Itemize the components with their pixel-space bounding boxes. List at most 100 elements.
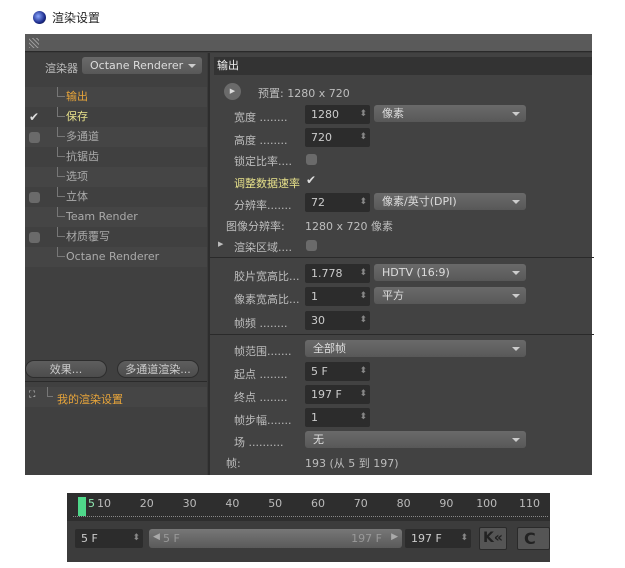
frame-step-input[interactable]: 1 (305, 408, 370, 427)
film-aspect-label: 胶片宽高比... (234, 270, 300, 283)
enabled-checkbox[interactable] (29, 132, 40, 143)
tree-item-label: 保存 (66, 110, 88, 123)
window-title: 渲染设置 (52, 11, 101, 25)
width-input[interactable]: 1280 (305, 105, 370, 124)
start-input[interactable]: 5 F (305, 362, 370, 381)
pixel-aspect-input[interactable]: 1 (305, 287, 370, 306)
tree-item-label: 材质覆写 (66, 230, 110, 243)
left-panel: 渲染器 Octane Renderer 输出 ✔ 保存多通道抗锯齿选项立体 Team … (25, 53, 207, 475)
toolbar (25, 34, 592, 52)
field-dropdown[interactable]: 无 (305, 431, 526, 448)
go-to-start-button[interactable]: K« (479, 527, 507, 550)
tree-item-label: Team Render (66, 210, 138, 223)
enabled-checkbox[interactable]: ✔ (29, 107, 39, 127)
output-panel: 输出 ▶ 预置: 1280 x 720 宽度 ........ 1280 像素 … (208, 53, 594, 475)
tree-item[interactable]: 抗锯齿 (25, 147, 207, 167)
tick-label: 110 (519, 497, 540, 510)
timeline-start-input[interactable]: 5 F (75, 529, 143, 548)
cinema4d-logo-icon (33, 11, 46, 24)
frames-value: 193 (从 5 到 197) (305, 457, 399, 470)
tree-item[interactable]: 选项 (25, 167, 207, 187)
expand-arrow-icon[interactable]: ▶ (218, 240, 223, 248)
preset-item[interactable]: ⛶ 我的渲染设置 (25, 387, 207, 407)
tree-item-label: 立体 (66, 190, 88, 203)
tree-item-label: Octane Renderer (66, 250, 160, 263)
tree-item[interactable]: 立体 (25, 187, 207, 207)
width-label: 宽度 ........ (234, 111, 288, 124)
film-aspect-dropdown[interactable]: HDTV (16:9) (374, 264, 526, 281)
image-resolution-value: 1280 x 720 像素 (305, 220, 393, 233)
playhead[interactable] (78, 497, 86, 516)
tree-item[interactable]: 材质覆写 (25, 227, 207, 247)
expand-icon[interactable]: ⛶ (29, 390, 35, 400)
lock-ratio-checkbox[interactable] (306, 154, 317, 165)
tick-label: 30 (182, 497, 197, 510)
tick-label: 80 (396, 497, 411, 510)
tick-label: 100 (476, 497, 498, 510)
frame-range-label: 帧范围....... (234, 345, 292, 358)
preset-play-icon[interactable]: ▶ (224, 83, 241, 100)
image-resolution-label: 图像分辨率: (226, 220, 285, 233)
section-header: 输出 (214, 57, 592, 75)
tree-item[interactable]: Octane Renderer (25, 247, 207, 267)
go-to-start-icon: K« (483, 530, 503, 546)
tick-label: 40 (225, 497, 240, 510)
resolution-unit-dropdown[interactable]: 像素/英寸(DPI) (374, 193, 526, 210)
end-input[interactable]: 197 F (305, 385, 370, 404)
frame-range-dropdown[interactable]: 全部帧 (305, 340, 526, 357)
tree-item-label: 输出 (66, 90, 88, 103)
pixel-aspect-dropdown[interactable]: 平方 (374, 287, 526, 304)
range-slider[interactable]: ◀ 5 F 197 F ▶ (149, 529, 402, 548)
tree-item[interactable]: ✔ 保存 (25, 107, 207, 127)
timeline-end-input[interactable]: 197 F (405, 529, 471, 548)
grip-icon[interactable] (29, 38, 39, 48)
tree-item[interactable]: 输出 (25, 87, 207, 107)
end-label: 终点 ........ (234, 391, 288, 404)
preset-label: 预置: 1280 x 720 (258, 87, 350, 100)
frames-label: 帧: (226, 457, 241, 470)
renderer-label: 渲染器 (45, 62, 78, 75)
frame-step-label: 帧步幅....... (234, 414, 292, 427)
effects-button[interactable]: 效果... (25, 360, 107, 378)
slider-left-icon[interactable]: ◀ (153, 532, 160, 542)
tree-item[interactable]: 多通道 (25, 127, 207, 147)
tick-label: 50 (268, 497, 283, 510)
field-label: 场 .......... (234, 436, 284, 449)
film-aspect-input[interactable]: 1.778 (305, 264, 370, 283)
tree-item-label: 多通道 (66, 130, 99, 143)
current-frame-label: 5 (88, 497, 95, 510)
adjust-rate-label: 调整数据速率 (234, 177, 300, 190)
tree-item-label: 选项 (66, 170, 88, 183)
fps-input[interactable]: 30 (305, 311, 370, 330)
preset-name: 我的渲染设置 (57, 393, 123, 406)
unit-dropdown[interactable]: 像素 (374, 105, 526, 122)
renderer-dropdown[interactable]: Octane Renderer (82, 57, 202, 74)
pixel-aspect-label: 像素宽高比... (234, 293, 300, 306)
step-back-icon: C (524, 529, 536, 548)
height-input[interactable]: 720 (305, 128, 370, 147)
tree-item-label: 抗锯齿 (66, 150, 99, 163)
adjust-rate-checkbox[interactable]: ✔ (306, 173, 316, 187)
timeline: 5 10 20 30 40 50 60 70 80 90 100 110 5 F ◀ 5 F 197… (67, 493, 550, 562)
tree-item[interactable]: Team Render (25, 207, 207, 227)
tick-label: 60 (311, 497, 325, 510)
render-settings-dialog: 渲染器 Octane Renderer 输出 ✔ 保存多通道抗锯齿选项立体 Team … (25, 34, 594, 475)
enabled-checkbox[interactable] (29, 192, 40, 203)
tick-label: 20 (139, 497, 154, 510)
resolution-input[interactable]: 72 (305, 193, 370, 212)
timeline-ruler[interactable]: 5 10 20 30 40 50 60 70 80 90 100 110 (67, 493, 550, 521)
lock-ratio-label: 锁定比率.... (234, 155, 292, 168)
slider-right-icon[interactable]: ▶ (391, 532, 398, 542)
render-region-label: 渲染区域.... (234, 241, 292, 254)
resolution-label: 分辨率....... (234, 199, 292, 212)
render-region-checkbox[interactable] (306, 240, 317, 251)
tick-label: 10 (97, 497, 111, 510)
step-back-button[interactable]: C (517, 527, 550, 550)
multipass-render-button[interactable]: 多通道渲染... (117, 360, 199, 378)
start-label: 起点 ........ (234, 368, 288, 381)
enabled-checkbox[interactable] (29, 232, 40, 243)
tick-label: 90 (439, 497, 454, 510)
height-label: 高度 ........ (234, 134, 288, 147)
slider-start-label: 5 F (163, 532, 180, 545)
tick-label: 70 (353, 497, 368, 510)
